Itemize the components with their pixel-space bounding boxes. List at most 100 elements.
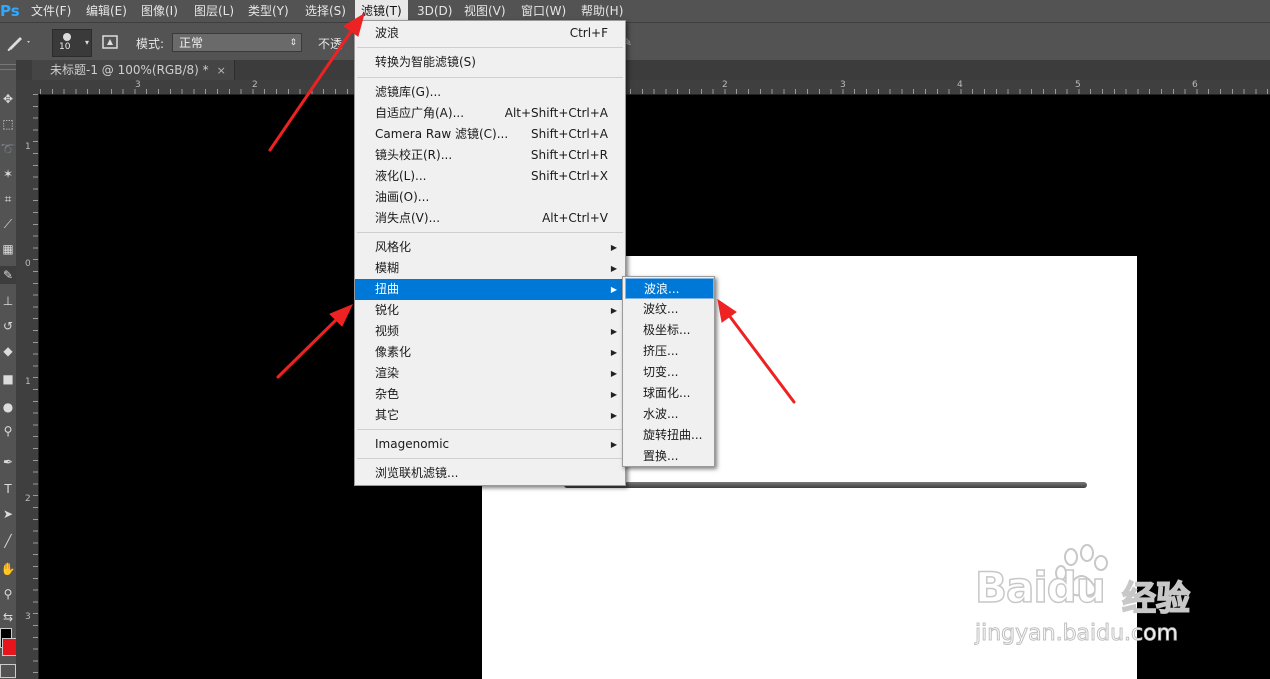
ruler-label: 2 [252,80,258,90]
magic-wand-tool-icon[interactable]: ✶ [0,165,16,183]
menu-item-pixelate[interactable]: 像素化 ▶ [355,342,625,363]
pen-tool-icon[interactable]: ✒ [0,453,16,471]
submenu-arrow-icon: ▶ [610,264,617,273]
menu-item-other[interactable]: 其它 ▶ [355,405,625,426]
menu-item-distort[interactable]: 扭曲 ▶ [355,279,625,300]
move-tool-icon[interactable]: ✥ [0,90,16,108]
submenu-item-displace[interactable]: 置换... [625,446,714,467]
ruler-label: 1 [25,377,31,387]
panel-grip[interactable] [0,64,16,70]
swap-colors-icon[interactable]: ⇆ [0,608,16,626]
menu-3d[interactable]: 3D(D) [411,0,458,22]
zoom-tool-icon[interactable]: ⚲ [0,585,16,603]
brush-panel-toggle-icon[interactable] [100,32,120,52]
menu-help[interactable]: 帮助(H) [575,0,629,22]
quick-mask-icon[interactable] [0,664,16,678]
clone-stamp-tool-icon[interactable]: ⊥ [0,292,16,310]
submenu-item-wave[interactable]: 波浪... [625,278,714,299]
menu-type[interactable]: 类型(Y) [242,0,295,22]
menu-item-oil-paint[interactable]: 油画(O)... [355,187,625,208]
type-tool-icon[interactable]: T [0,480,16,498]
eraser-tool-icon[interactable]: ◆ [0,342,16,360]
menu-window[interactable]: 窗口(W) [515,0,572,22]
lasso-tool-icon[interactable]: ➰ [0,140,16,158]
menu-image[interactable]: 图像(I) [135,0,184,22]
menu-separator [357,429,623,430]
hand-tool-icon[interactable]: ✋ [0,560,16,578]
menu-bar: Ps 文件(F) 编辑(E) 图像(I) 图层(L) 类型(Y) 选择(S) 滤… [0,0,1270,22]
watermark-product: 经验 [1121,578,1191,620]
menu-item-imagenomic[interactable]: Imagenomic ▶ [355,434,625,455]
menu-item-filter-gallery[interactable]: 滤镜库(G)... [355,82,625,103]
menu-item-adaptive-wide-angle[interactable]: 自适应广角(A)... Alt+Shift+Ctrl+A [355,103,625,124]
ruler-origin[interactable] [16,80,40,94]
ruler-label: 6 [1192,80,1198,90]
healing-brush-tool-icon[interactable]: ▦ [0,240,16,258]
menu-view[interactable]: 视图(V) [458,0,512,22]
submenu-item-spherize[interactable]: 球面化... [625,383,714,404]
path-selection-tool-icon[interactable]: ➤ [0,505,16,523]
blend-mode-select[interactable]: 正常 ⇕ [172,33,302,52]
ruler-label: 4 [957,80,963,90]
menu-edit[interactable]: 编辑(E) [80,0,133,22]
menu-select[interactable]: 选择(S) [299,0,352,22]
submenu-arrow-icon: ▶ [610,306,617,315]
chevron-down-icon: ▾ [84,38,89,47]
filter-dropdown-menu: 波浪 Ctrl+F 转换为智能滤镜(S) 滤镜库(G)... 自适应广角(A)..… [354,20,626,486]
dodge-tool-icon[interactable]: ⚲ [0,422,16,440]
brush-tip-icon [63,33,71,41]
submenu-item-pinch[interactable]: 挤压... [625,341,714,362]
menu-item-last-filter[interactable]: 波浪 Ctrl+F [355,23,625,44]
menu-item-convert-smart-filter[interactable]: 转换为智能滤镜(S) [355,52,625,73]
menu-filter[interactable]: 滤镜(T) [355,0,408,22]
menu-item-blur[interactable]: 模糊 ▶ [355,258,625,279]
submenu-item-twirl[interactable]: 旋转扭曲... [625,425,714,446]
history-brush-tool-icon[interactable]: ↺ [0,317,16,335]
menu-layer[interactable]: 图层(L) [188,0,240,22]
crop-tool-icon[interactable]: ⌗ [0,190,16,208]
ruler-label: 2 [25,494,31,504]
menu-item-browse-online-filters[interactable]: 浏览联机滤镜... [355,463,625,484]
submenu-arrow-icon: ▶ [610,411,617,420]
submenu-item-zigzag[interactable]: 水波... [625,404,714,425]
vertical-ruler: 1 0 1 2 3 [16,94,39,679]
line-tool-icon[interactable]: ╱ [0,532,16,550]
brush-tool-preset-icon[interactable] [6,32,32,52]
opacity-label: 不透 [318,37,343,51]
ruler-ticks [33,94,38,679]
brush-size-picker[interactable]: 10 ▾ [52,29,92,57]
menu-separator [357,47,623,48]
menu-item-vanishing-point[interactable]: 消失点(V)... Alt+Ctrl+V [355,208,625,229]
menu-item-noise[interactable]: 杂色 ▶ [355,384,625,405]
watermark-url: jingyan.baidu.com [974,621,1179,647]
menu-item-lens-correction[interactable]: 镜头校正(R)... Shift+Ctrl+R [355,145,625,166]
menu-file[interactable]: 文件(F) [25,0,77,22]
close-icon[interactable]: × [217,64,226,77]
menu-item-camera-raw[interactable]: Camera Raw 滤镜(C)... Shift+Ctrl+A [355,124,625,145]
menu-item-stylize[interactable]: 风格化 ▶ [355,237,625,258]
submenu-arrow-icon: ▶ [610,327,617,336]
menu-item-liquify[interactable]: 液化(L)... Shift+Ctrl+X [355,166,625,187]
menu-item-render[interactable]: 渲染 ▶ [355,363,625,384]
submenu-item-ripple[interactable]: 波纹... [625,299,714,320]
submenu-item-polar-coordinates[interactable]: 极坐标... [625,320,714,341]
brush-size-value: 10 [59,42,71,52]
updown-arrow-icon: ⇕ [289,38,297,48]
document-tab[interactable]: 未标题-1 @ 100%(RGB/8) * × [32,60,235,80]
menu-separator [357,458,623,459]
submenu-arrow-icon: ▶ [610,440,617,449]
ruler-ticks [40,89,1270,94]
menu-item-video[interactable]: 视频 ▶ [355,321,625,342]
document-tab-bar: 未标题-1 @ 100%(RGB/8) * × [16,60,1270,80]
document-tab-title: 未标题-1 @ 100%(RGB/8) * [50,63,209,77]
brush-tool-icon[interactable]: ✎ [0,266,16,284]
watermark-brand: Baidu [974,562,1106,613]
menu-item-sharpen[interactable]: 锐化 ▶ [355,300,625,321]
tools-panel: ✥ ⬚ ➰ ✶ ⌗ ⟋ ▦ ✎ ⊥ ↺ ◆ ■ ● ⚲ ✒ T ➤ ╱ ✋ ⚲ … [0,60,16,679]
eyedropper-tool-icon[interactable]: ⟋ [0,215,16,233]
blur-tool-icon[interactable]: ● [0,398,16,416]
submenu-arrow-icon: ▶ [610,285,617,294]
submenu-item-shear[interactable]: 切变... [625,362,714,383]
gradient-tool-icon[interactable]: ■ [0,370,16,388]
marquee-tool-icon[interactable]: ⬚ [0,115,16,133]
